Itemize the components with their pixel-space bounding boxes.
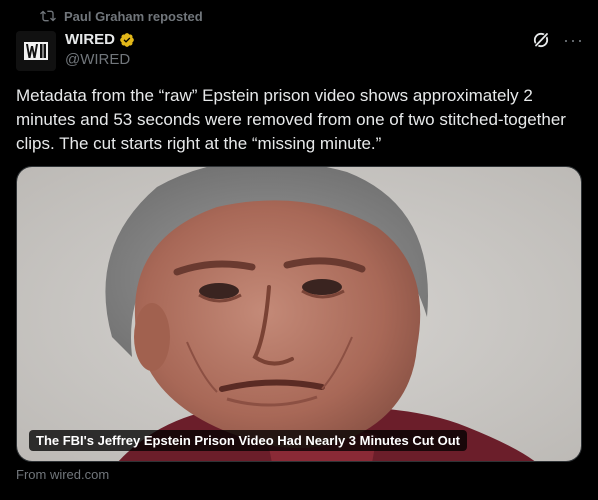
wired-logo[interactable] (16, 31, 56, 71)
author-handle[interactable]: @WIRED (65, 51, 135, 68)
author-name[interactable]: WIRED (65, 31, 115, 48)
card-image (17, 167, 581, 461)
grok-icon[interactable] (531, 30, 551, 50)
tweet-actions: ··· (531, 30, 584, 50)
link-card[interactable]: The FBI's Jeffrey Epstein Prison Video H… (16, 166, 582, 462)
verified-badge-icon (119, 32, 135, 48)
card-caption: The FBI's Jeffrey Epstein Prison Video H… (29, 430, 467, 451)
repost-indicator[interactable]: Paul Graham reposted (40, 7, 203, 25)
source-link[interactable]: From wired.com (16, 467, 109, 482)
tweet-text: Metadata from the “raw” Epstein prison v… (16, 86, 566, 153)
repost-text: Paul Graham reposted (64, 8, 203, 24)
more-options-button[interactable]: ··· (563, 31, 584, 49)
repost-icon (40, 8, 56, 24)
tweet-header: WIRED @WIRED (65, 30, 135, 68)
